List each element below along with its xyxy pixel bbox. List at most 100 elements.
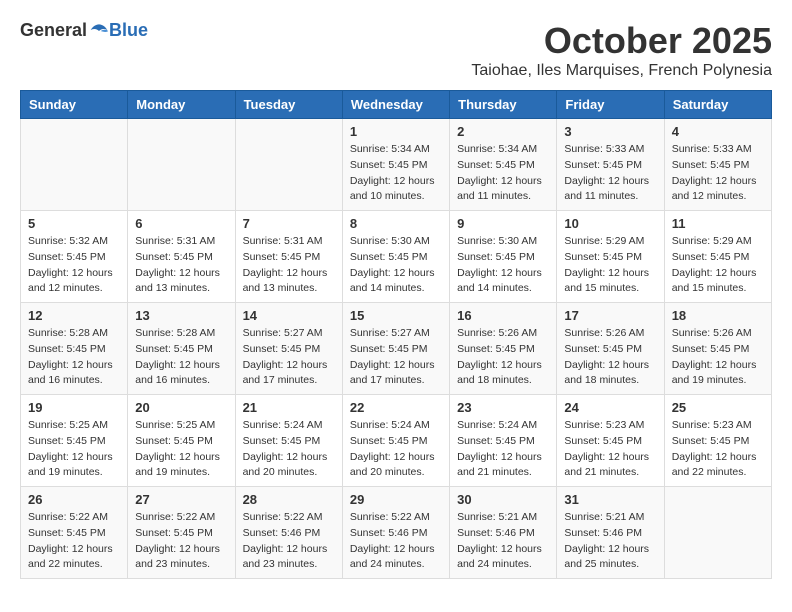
month-title: October 2025 <box>471 20 772 62</box>
calendar-cell: 4 Sunrise: 5:33 AM Sunset: 5:45 PM Daylig… <box>664 119 771 211</box>
day-info: Sunrise: 5:27 AM Sunset: 5:45 PM Dayligh… <box>243 326 335 389</box>
day-number: 27 <box>135 492 227 507</box>
day-number: 3 <box>564 124 656 139</box>
day-header-thursday: Thursday <box>450 91 557 119</box>
calendar-table: SundayMondayTuesdayWednesdayThursdayFrid… <box>20 90 772 579</box>
calendar-cell: 24Sunrise: 5:23 AM Sunset: 5:45 PM Dayli… <box>557 395 664 487</box>
day-info: Sunrise: 5:25 AM Sunset: 5:45 PM Dayligh… <box>135 418 227 481</box>
day-number: 2 <box>457 124 549 139</box>
calendar-cell: 25 Sunrise: 5:23 AM Sunset: 5:45 PM Dayli… <box>664 395 771 487</box>
day-header-wednesday: Wednesday <box>342 91 449 119</box>
day-info: Sunrise: 5:26 AM Sunset: 5:45 PM Dayligh… <box>564 326 656 389</box>
day-info: Sunrise: 5:23 AM Sunset: 5:45 PM Dayligh… <box>672 418 764 481</box>
day-number: 23 <box>457 400 549 415</box>
calendar-cell: 9Sunrise: 5:30 AM Sunset: 5:45 PM Daylig… <box>450 211 557 303</box>
day-info: Sunrise: 5:25 AM Sunset: 5:45 PM Dayligh… <box>28 418 120 481</box>
day-header-tuesday: Tuesday <box>235 91 342 119</box>
calendar-cell: 23Sunrise: 5:24 AM Sunset: 5:45 PM Dayli… <box>450 395 557 487</box>
day-info: Sunrise: 5:31 AM Sunset: 5:45 PM Dayligh… <box>135 234 227 297</box>
day-info: Sunrise: 5:21 AM Sunset: 5:46 PM Dayligh… <box>457 510 549 573</box>
calendar-cell <box>21 119 128 211</box>
calendar-cell: 15 Sunrise: 5:27 AM Sunset: 5:45 PM Dayli… <box>342 303 449 395</box>
calendar-cell: 27Sunrise: 5:22 AM Sunset: 5:45 PM Dayli… <box>128 487 235 579</box>
day-info: Sunrise: 5:29 AM Sunset: 5:45 PM Dayligh… <box>564 234 656 297</box>
day-number: 24 <box>564 400 656 415</box>
calendar-cell: 1 Sunrise: 5:34 AM Sunset: 5:45 PM Daylig… <box>342 119 449 211</box>
day-info: Sunrise: 5:22 AM Sunset: 5:46 PM Dayligh… <box>243 510 335 573</box>
day-number: 5 <box>28 216 120 231</box>
day-number: 16 <box>457 308 549 323</box>
day-info: Sunrise: 5:22 AM Sunset: 5:46 PM Dayligh… <box>350 510 442 573</box>
logo-bird-icon <box>89 21 109 41</box>
title-area: October 2025 Taiohae, Iles Marquises, Fr… <box>471 20 772 80</box>
page-header: General Blue October 2025 Taiohae, Iles … <box>20 20 772 80</box>
day-number: 13 <box>135 308 227 323</box>
calendar-cell: 8Sunrise: 5:30 AM Sunset: 5:45 PM Daylig… <box>342 211 449 303</box>
day-info: Sunrise: 5:28 AM Sunset: 5:45 PM Dayligh… <box>28 326 120 389</box>
day-info: Sunrise: 5:32 AM Sunset: 5:45 PM Dayligh… <box>28 234 120 297</box>
calendar-cell: 13 Sunrise: 5:28 AM Sunset: 5:45 PM Dayli… <box>128 303 235 395</box>
days-header-row: SundayMondayTuesdayWednesdayThursdayFrid… <box>21 91 772 119</box>
day-number: 7 <box>243 216 335 231</box>
logo-general-text: General <box>20 20 87 41</box>
day-info: Sunrise: 5:33 AM Sunset: 5:45 PM Dayligh… <box>564 142 656 205</box>
day-number: 1 <box>350 124 442 139</box>
calendar-cell: 3 Sunrise: 5:33 AM Sunset: 5:45 PM Daylig… <box>557 119 664 211</box>
day-number: 22 <box>350 400 442 415</box>
calendar-cell: 21 Sunrise: 5:24 AM Sunset: 5:45 PM Dayli… <box>235 395 342 487</box>
day-number: 12 <box>28 308 120 323</box>
day-info: Sunrise: 5:21 AM Sunset: 5:46 PM Dayligh… <box>564 510 656 573</box>
calendar-cell: 5 Sunrise: 5:32 AM Sunset: 5:45 PM Daylig… <box>21 211 128 303</box>
day-number: 26 <box>28 492 120 507</box>
calendar-cell <box>664 487 771 579</box>
day-number: 28 <box>243 492 335 507</box>
day-number: 15 <box>350 308 442 323</box>
day-number: 30 <box>457 492 549 507</box>
day-number: 19 <box>28 400 120 415</box>
calendar-cell: 2 Sunrise: 5:34 AM Sunset: 5:45 PM Daylig… <box>450 119 557 211</box>
day-info: Sunrise: 5:28 AM Sunset: 5:45 PM Dayligh… <box>135 326 227 389</box>
calendar-cell: 22 Sunrise: 5:24 AM Sunset: 5:45 PM Dayli… <box>342 395 449 487</box>
location-subtitle: Taiohae, Iles Marquises, French Polynesi… <box>471 62 772 80</box>
day-number: 11 <box>672 216 764 231</box>
calendar-cell: 10Sunrise: 5:29 AM Sunset: 5:45 PM Dayli… <box>557 211 664 303</box>
week-row-1: 1 Sunrise: 5:34 AM Sunset: 5:45 PM Daylig… <box>21 119 772 211</box>
calendar-cell: 12 Sunrise: 5:28 AM Sunset: 5:45 PM Dayli… <box>21 303 128 395</box>
calendar-cell: 31Sunrise: 5:21 AM Sunset: 5:46 PM Dayli… <box>557 487 664 579</box>
calendar-cell: 14 Sunrise: 5:27 AM Sunset: 5:45 PM Dayli… <box>235 303 342 395</box>
day-number: 25 <box>672 400 764 415</box>
week-row-4: 19 Sunrise: 5:25 AM Sunset: 5:45 PM Dayli… <box>21 395 772 487</box>
day-info: Sunrise: 5:34 AM Sunset: 5:45 PM Dayligh… <box>350 142 442 205</box>
day-info: Sunrise: 5:31 AM Sunset: 5:45 PM Dayligh… <box>243 234 335 297</box>
day-number: 29 <box>350 492 442 507</box>
day-number: 4 <box>672 124 764 139</box>
week-row-2: 5 Sunrise: 5:32 AM Sunset: 5:45 PM Daylig… <box>21 211 772 303</box>
day-info: Sunrise: 5:33 AM Sunset: 5:45 PM Dayligh… <box>672 142 764 205</box>
calendar-cell: 28 Sunrise: 5:22 AM Sunset: 5:46 PM Dayli… <box>235 487 342 579</box>
day-info: Sunrise: 5:27 AM Sunset: 5:45 PM Dayligh… <box>350 326 442 389</box>
day-info: Sunrise: 5:24 AM Sunset: 5:45 PM Dayligh… <box>350 418 442 481</box>
day-number: 14 <box>243 308 335 323</box>
day-info: Sunrise: 5:29 AM Sunset: 5:45 PM Dayligh… <box>672 234 764 297</box>
day-number: 21 <box>243 400 335 415</box>
day-info: Sunrise: 5:34 AM Sunset: 5:45 PM Dayligh… <box>457 142 549 205</box>
calendar-cell: 20 Sunrise: 5:25 AM Sunset: 5:45 PM Dayli… <box>128 395 235 487</box>
calendar-cell: 16Sunrise: 5:26 AM Sunset: 5:45 PM Dayli… <box>450 303 557 395</box>
day-info: Sunrise: 5:30 AM Sunset: 5:45 PM Dayligh… <box>457 234 549 297</box>
day-info: Sunrise: 5:22 AM Sunset: 5:45 PM Dayligh… <box>28 510 120 573</box>
day-info: Sunrise: 5:30 AM Sunset: 5:45 PM Dayligh… <box>350 234 442 297</box>
day-number: 20 <box>135 400 227 415</box>
week-row-3: 12 Sunrise: 5:28 AM Sunset: 5:45 PM Dayli… <box>21 303 772 395</box>
calendar-cell: 26 Sunrise: 5:22 AM Sunset: 5:45 PM Dayli… <box>21 487 128 579</box>
week-row-5: 26 Sunrise: 5:22 AM Sunset: 5:45 PM Dayli… <box>21 487 772 579</box>
day-number: 18 <box>672 308 764 323</box>
calendar-cell <box>235 119 342 211</box>
calendar-cell: 7 Sunrise: 5:31 AM Sunset: 5:45 PM Daylig… <box>235 211 342 303</box>
day-header-sunday: Sunday <box>21 91 128 119</box>
logo: General Blue <box>20 20 148 41</box>
calendar-cell: 11 Sunrise: 5:29 AM Sunset: 5:45 PM Dayli… <box>664 211 771 303</box>
logo-blue-text: Blue <box>109 20 148 41</box>
calendar-cell: 19 Sunrise: 5:25 AM Sunset: 5:45 PM Dayli… <box>21 395 128 487</box>
day-info: Sunrise: 5:24 AM Sunset: 5:45 PM Dayligh… <box>243 418 335 481</box>
calendar-cell: 29 Sunrise: 5:22 AM Sunset: 5:46 PM Dayli… <box>342 487 449 579</box>
